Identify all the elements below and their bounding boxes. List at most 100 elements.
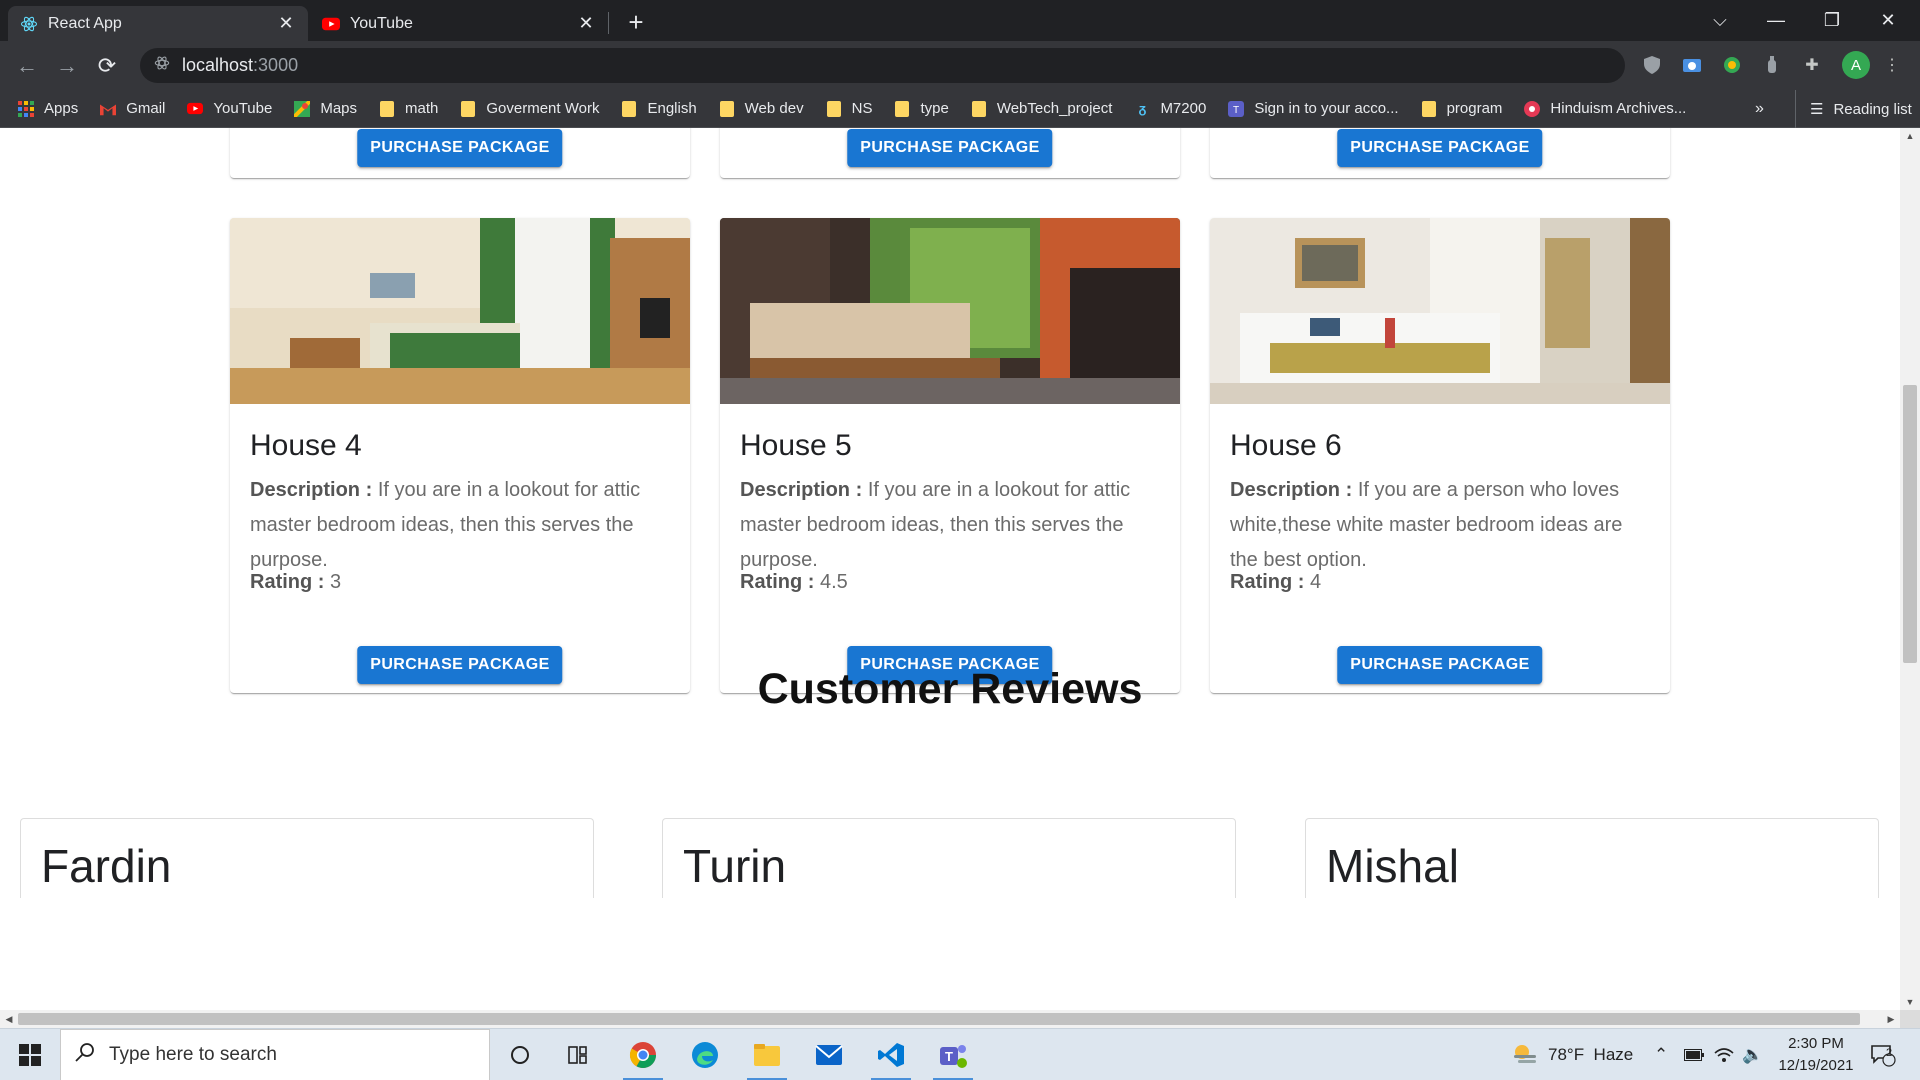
weather-widget[interactable]: 78°F Haze <box>1510 1029 1633 1080</box>
scrollbar-corner <box>1900 1010 1920 1028</box>
bookmark-maps[interactable]: Maps <box>294 100 357 117</box>
bookmark-type[interactable]: type <box>894 100 949 117</box>
address-bar[interactable]: localhost:3000 <box>140 48 1625 83</box>
bookmark-ns[interactable]: NS <box>826 100 872 117</box>
page-viewport: PURCHASE PACKAGE PURCHASE PACKAGE PURCHA… <box>0 128 1900 1010</box>
file-explorer-icon[interactable] <box>739 1029 795 1080</box>
close-tab-icon[interactable]: ✕ <box>576 13 596 34</box>
vertical-scrollbar[interactable]: ▲ ▼ <box>1900 128 1920 1010</box>
m7200-icon: ᵹ <box>1138 101 1147 116</box>
reload-icon[interactable]: ⟳ <box>91 50 123 82</box>
task-view-icon[interactable] <box>552 1029 608 1080</box>
chrome-taskbar-icon[interactable] <box>615 1029 671 1080</box>
house-card-2: PURCHASE PACKAGE <box>720 128 1180 178</box>
purchase-package-button[interactable]: PURCHASE PACKAGE <box>847 129 1053 167</box>
new-tab-button[interactable]: + <box>620 7 652 37</box>
tab-title: React App <box>48 14 122 32</box>
review-card: Mishal <box>1305 818 1879 898</box>
bookmark-label: Apps <box>44 100 79 117</box>
notification-center-icon[interactable]: 2 <box>1870 1029 1896 1080</box>
forward-arrow-icon[interactable]: → <box>51 50 83 82</box>
edge-taskbar-icon[interactable] <box>677 1029 733 1080</box>
taskbar-search-box[interactable]: Type here to search <box>60 1029 490 1080</box>
site-icon <box>1524 100 1541 117</box>
purchase-package-button[interactable]: PURCHASE PACKAGE <box>1337 129 1543 167</box>
close-window-button[interactable]: ✕ <box>1860 0 1916 41</box>
rating-label: Rating : <box>250 571 325 593</box>
bookmark-m7200[interactable]: ᵹ M7200 <box>1134 100 1206 117</box>
vertical-scroll-thumb[interactable] <box>1903 385 1917 663</box>
house-description: Description : If you are in a lookout fo… <box>740 473 1160 578</box>
bookmark-label: program <box>1446 100 1503 117</box>
bookmark-webtech-project[interactable]: WebTech_project <box>971 100 1113 117</box>
tab-search-icon[interactable]: ⌵ <box>1692 0 1748 41</box>
bookmark-label: type <box>920 100 949 117</box>
bookmark-sign-in[interactable]: T Sign in to your acco... <box>1228 100 1399 117</box>
site-info-icon[interactable] <box>154 55 170 76</box>
teams-taskbar-icon[interactable]: T <box>925 1029 981 1080</box>
description-label: Description : <box>1230 479 1353 501</box>
rating-label: Rating : <box>1230 571 1305 593</box>
extension-icon[interactable] <box>1760 53 1784 77</box>
sync-extension-icon[interactable] <box>1720 53 1744 77</box>
bookmark-label: WebTech_project <box>996 100 1113 117</box>
mail-icon[interactable] <box>801 1029 857 1080</box>
windows-start-icon[interactable] <box>0 1029 60 1080</box>
reading-list-button[interactable]: ☰ Reading list <box>1795 90 1912 128</box>
scroll-up-arrow-icon[interactable]: ▲ <box>1900 128 1920 144</box>
shield-extension-icon[interactable] <box>1640 53 1664 77</box>
puzzle-extensions-icon[interactable]: ✚ <box>1800 53 1824 77</box>
bookmark-hinduism-archives[interactable]: Hinduism Archives... <box>1524 100 1686 117</box>
react-icon <box>20 15 38 33</box>
youtube-icon <box>322 15 340 33</box>
house-5-image <box>720 218 1180 404</box>
bookmark-youtube[interactable]: YouTube <box>187 100 272 117</box>
scroll-left-arrow-icon[interactable]: ◀ <box>0 1010 18 1028</box>
bookmark-math[interactable]: math <box>379 100 438 117</box>
scroll-right-arrow-icon[interactable]: ▶ <box>1882 1010 1900 1028</box>
youtube-icon <box>187 101 204 117</box>
tab-youtube[interactable]: YouTube ✕ <box>310 6 608 41</box>
reading-list-label: Reading list <box>1833 100 1912 118</box>
house-card-3: PURCHASE PACKAGE <box>1210 128 1670 178</box>
rating-value: 4 <box>1310 571 1322 593</box>
horizontal-scrollbar[interactable]: ◀ ▶ <box>0 1010 1900 1028</box>
battery-icon[interactable] <box>1684 1029 1704 1080</box>
bookmark-label: Sign in to your acco... <box>1254 100 1399 117</box>
horizontal-scroll-thumb[interactable] <box>18 1013 1860 1025</box>
bookmark-gmail[interactable]: Gmail <box>100 100 165 117</box>
close-tab-icon[interactable]: ✕ <box>276 13 296 34</box>
tab-react-app[interactable]: React App ✕ <box>8 6 308 41</box>
svg-text:T: T <box>945 1049 953 1064</box>
reviewer-name: Turin <box>683 840 787 892</box>
browser-toolbar: ← → ⟳ localhost:3000 ✚ A ⋮ <box>0 41 1920 90</box>
purchase-package-button[interactable]: PURCHASE PACKAGE <box>357 129 563 167</box>
bookmark-web-dev[interactable]: Web dev <box>719 100 804 117</box>
folder-icon <box>971 100 987 117</box>
wifi-icon[interactable] <box>1714 1029 1734 1080</box>
restore-button[interactable]: ❐ <box>1804 0 1860 41</box>
bookmark-program[interactable]: program <box>1421 100 1503 117</box>
browser-tab-strip: React App ✕ YouTube ✕ + ⌵ — ❐ ✕ <box>0 0 1920 41</box>
profile-avatar[interactable]: A <box>1842 51 1870 79</box>
minimize-button[interactable]: — <box>1748 0 1804 41</box>
screenshot-extension-icon[interactable] <box>1680 53 1704 77</box>
cortana-icon[interactable] <box>492 1029 548 1080</box>
volume-icon[interactable]: 🔈 <box>1742 1029 1763 1080</box>
bookmark-goverment-work[interactable]: Goverment Work <box>460 100 599 117</box>
apps-grid-icon <box>18 100 34 117</box>
bookmark-label: English <box>647 100 697 117</box>
description-label: Description : <box>740 479 863 501</box>
show-hidden-icons-icon[interactable]: ⌃ <box>1654 1029 1668 1080</box>
bookmark-apps[interactable]: Apps <box>18 100 78 117</box>
back-arrow-icon[interactable]: ← <box>11 50 43 82</box>
house-rating: Rating : 4 <box>1230 571 1321 594</box>
bookmark-english[interactable]: English <box>621 100 697 117</box>
menu-kebab-icon[interactable]: ⋮ <box>1880 53 1904 77</box>
reviewer-name: Fardin <box>41 840 172 892</box>
vscode-icon[interactable] <box>863 1029 919 1080</box>
house-4-image <box>230 218 690 404</box>
more-bookmarks-button[interactable]: » <box>1755 90 1764 128</box>
system-clock[interactable]: 2:30 PM 12/19/2021 <box>1770 1033 1862 1077</box>
scroll-down-arrow-icon[interactable]: ▼ <box>1900 994 1920 1010</box>
